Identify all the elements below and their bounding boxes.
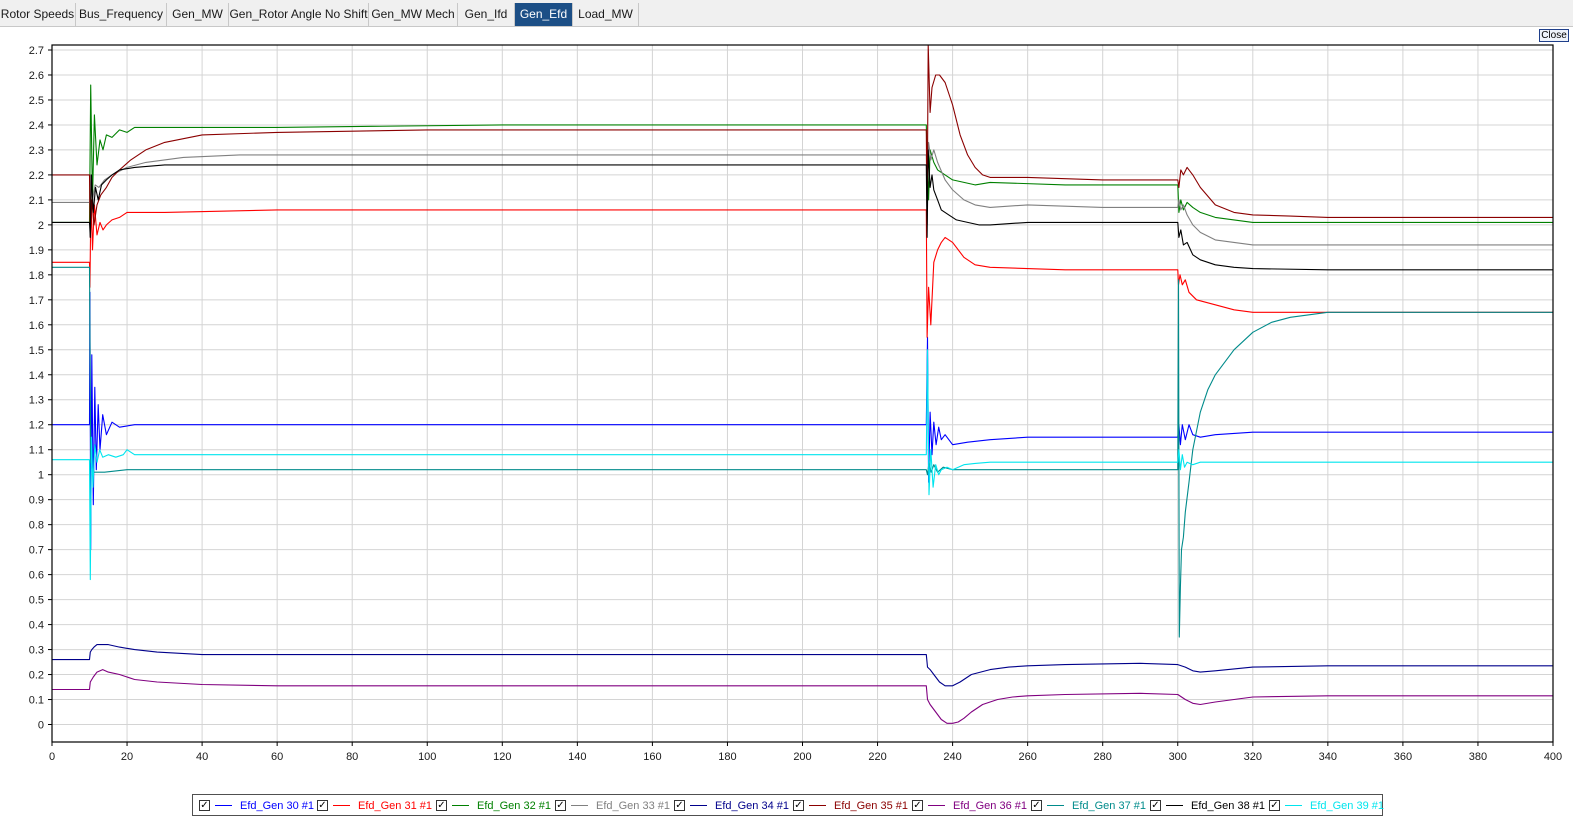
legend-swatch bbox=[215, 805, 232, 806]
y-tick-label: 2.7 bbox=[29, 45, 44, 57]
legend-label: Efd_Gen 33 #1 bbox=[596, 800, 671, 812]
y-tick-label: 2.4 bbox=[29, 120, 44, 132]
x-tick-label: 60 bbox=[271, 751, 283, 763]
x-tick-label: 220 bbox=[868, 751, 886, 763]
legend-label: Efd_Gen 31 #1 bbox=[358, 800, 433, 812]
y-tick-label: 2.2 bbox=[29, 170, 44, 182]
x-tick-label: 240 bbox=[943, 751, 961, 763]
x-tick-label: 160 bbox=[643, 751, 661, 763]
x-tick-label: 20 bbox=[121, 751, 133, 763]
legend-swatch bbox=[1047, 805, 1064, 806]
legend-item[interactable]: ✓ Efd_Gen 33 #1 bbox=[555, 798, 670, 814]
y-tick-label: 0.7 bbox=[29, 545, 44, 557]
x-tick-label: 40 bbox=[196, 751, 208, 763]
legend-swatch bbox=[333, 805, 350, 806]
legend-swatch bbox=[1285, 805, 1302, 806]
y-axis: 0 0.1 0.2 0.3 0.4 0.5 0.6 0.7 0.8 0.9 1 1.1 1.2 1.3 1.… bbox=[29, 45, 52, 732]
legend-checkbox[interactable]: ✓ bbox=[317, 800, 328, 811]
legend-item[interactable]: ✓ Efd_Gen 31 #1 bbox=[317, 798, 432, 814]
legend-item[interactable]: ✓ Efd_Gen 30 #1 bbox=[199, 798, 315, 814]
x-tick-label: 320 bbox=[1244, 751, 1262, 763]
y-tick-label: 2 bbox=[38, 220, 44, 232]
legend-item[interactable]: ✓ Efd_Gen 32 #1 bbox=[436, 798, 551, 814]
legend-swatch bbox=[809, 805, 826, 806]
y-tick-label: 1 bbox=[38, 470, 44, 482]
legend-checkbox[interactable]: ✓ bbox=[1031, 800, 1042, 811]
legend-swatch bbox=[1166, 805, 1183, 806]
y-tick-label: 0.1 bbox=[29, 695, 44, 707]
y-tick-label: 1.8 bbox=[29, 270, 44, 282]
chart-legend: ✓ Efd_Gen 30 #1 ✓ Efd_Gen 31 #1 ✓ Efd_Gen 32 … bbox=[192, 794, 1384, 816]
y-tick-label: 2.1 bbox=[29, 195, 44, 207]
legend-item[interactable]: ✓ Efd_Gen 35 #1 bbox=[793, 798, 908, 814]
y-tick-label: 2.5 bbox=[29, 95, 44, 107]
legend-item[interactable]: ✓ Efd_Gen 39 #1 bbox=[1269, 798, 1384, 814]
x-tick-label: 140 bbox=[568, 751, 586, 763]
legend-swatch bbox=[571, 805, 588, 806]
legend-swatch bbox=[928, 805, 945, 806]
x-tick-label: 400 bbox=[1544, 751, 1562, 763]
y-tick-label: 0.4 bbox=[29, 620, 44, 632]
legend-item[interactable]: ✓ Efd_Gen 37 #1 bbox=[1031, 798, 1146, 814]
y-tick-label: 0.2 bbox=[29, 670, 44, 682]
x-tick-label: 100 bbox=[418, 751, 436, 763]
y-tick-label: 1.9 bbox=[29, 245, 44, 257]
y-tick-label: 1.7 bbox=[29, 295, 44, 307]
legend-checkbox[interactable]: ✓ bbox=[555, 800, 566, 811]
legend-checkbox[interactable]: ✓ bbox=[674, 800, 685, 811]
x-tick-label: 300 bbox=[1169, 751, 1187, 763]
y-tick-label: 0.8 bbox=[29, 520, 44, 532]
legend-label: Efd_Gen 38 #1 bbox=[1191, 800, 1266, 812]
y-tick-label: 0 bbox=[38, 720, 44, 732]
legend-label: Efd_Gen 30 #1 bbox=[240, 800, 315, 812]
x-axis: 0 20 40 60 80 100 120 140 160 180 200 220 240 260 280 3… bbox=[49, 742, 1562, 763]
x-tick-label: 380 bbox=[1469, 751, 1487, 763]
x-tick-label: 340 bbox=[1319, 751, 1337, 763]
line-chart: 0 0.1 0.2 0.3 0.4 0.5 0.6 0.7 0.8 0.9 1 1.1 1.2 1.3 1.… bbox=[29, 44, 1562, 763]
legend-checkbox[interactable]: ✓ bbox=[912, 800, 923, 811]
y-tick-label: 1.6 bbox=[29, 320, 44, 332]
y-tick-label: 1.3 bbox=[29, 395, 44, 407]
y-tick-label: 1.5 bbox=[29, 345, 44, 357]
y-tick-label: 2.3 bbox=[29, 145, 44, 157]
legend-swatch bbox=[452, 805, 469, 806]
legend-label: Efd_Gen 34 #1 bbox=[715, 800, 790, 812]
x-tick-label: 280 bbox=[1094, 751, 1112, 763]
y-tick-label: 0.3 bbox=[29, 645, 44, 657]
legend-checkbox[interactable]: ✓ bbox=[1150, 800, 1161, 811]
x-tick-label: 200 bbox=[793, 751, 811, 763]
x-tick-label: 180 bbox=[718, 751, 736, 763]
x-tick-label: 360 bbox=[1394, 751, 1412, 763]
legend-label: Efd_Gen 37 #1 bbox=[1072, 800, 1147, 812]
y-tick-label: 0.5 bbox=[29, 595, 44, 607]
x-tick-label: 260 bbox=[1018, 751, 1036, 763]
x-tick-label: 0 bbox=[49, 751, 55, 763]
legend-label: Efd_Gen 32 #1 bbox=[477, 800, 552, 812]
legend-checkbox[interactable]: ✓ bbox=[436, 800, 447, 811]
legend-item[interactable]: ✓ Efd_Gen 34 #1 bbox=[674, 798, 789, 814]
legend-item[interactable]: ✓ Efd_Gen 36 #1 bbox=[912, 798, 1027, 814]
legend-checkbox[interactable]: ✓ bbox=[1269, 800, 1280, 811]
legend-label: Efd_Gen 39 #1 bbox=[1310, 800, 1385, 812]
y-tick-label: 1.1 bbox=[29, 445, 44, 457]
y-tick-label: 0.6 bbox=[29, 570, 44, 582]
legend-label: Efd_Gen 36 #1 bbox=[953, 800, 1028, 812]
legend-checkbox[interactable]: ✓ bbox=[199, 800, 210, 811]
y-tick-label: 2.6 bbox=[29, 70, 44, 82]
chart-grid bbox=[51, 45, 1554, 742]
legend-label: Efd_Gen 35 #1 bbox=[834, 800, 909, 812]
legend-swatch bbox=[690, 805, 707, 806]
x-tick-label: 80 bbox=[346, 751, 358, 763]
y-tick-label: 0.9 bbox=[29, 495, 44, 507]
x-tick-label: 120 bbox=[493, 751, 511, 763]
legend-checkbox[interactable]: ✓ bbox=[793, 800, 804, 811]
legend-item[interactable]: ✓ Efd_Gen 38 #1 bbox=[1150, 798, 1265, 814]
y-tick-label: 1.2 bbox=[29, 420, 44, 432]
y-tick-label: 1.4 bbox=[29, 370, 44, 382]
